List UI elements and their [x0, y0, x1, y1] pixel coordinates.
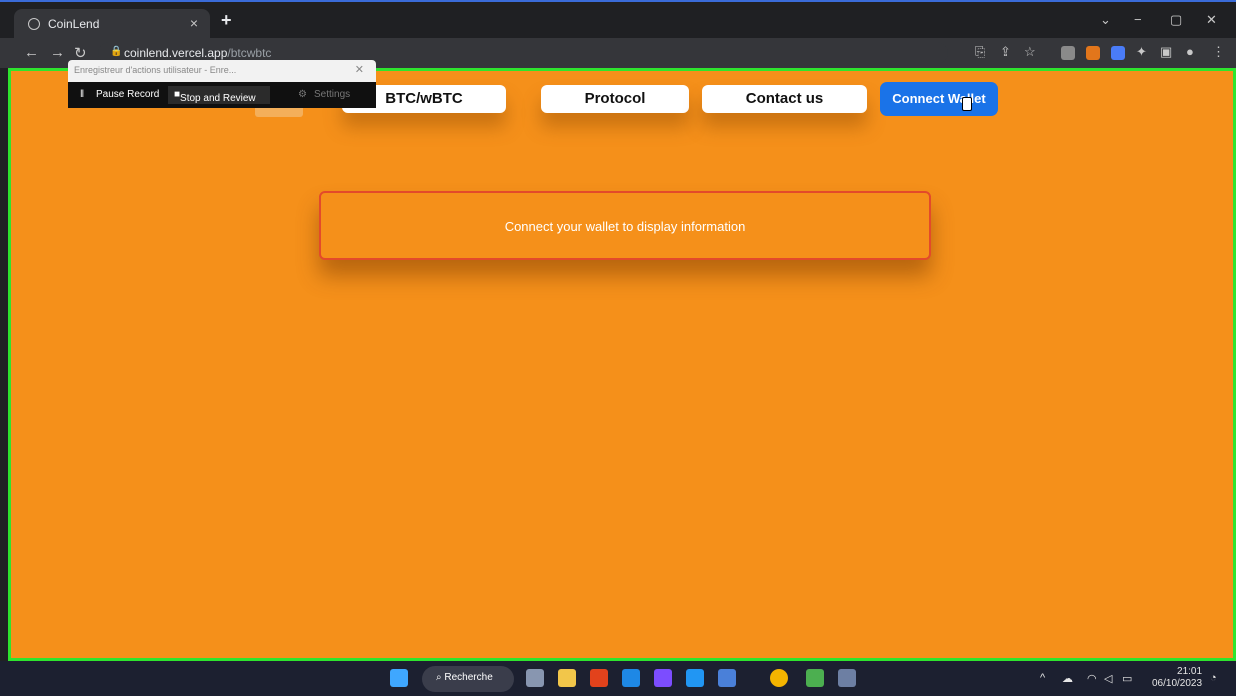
browser-tabbar: CoinLend × + ⌄ − ▢ ✕: [0, 0, 1236, 40]
menu-kebab-icon[interactable]: ⋮: [1212, 44, 1225, 60]
side-panel-icon[interactable]: ▣: [1160, 44, 1172, 60]
forward-icon[interactable]: →: [50, 44, 65, 61]
metamask-fox-icon[interactable]: [1086, 46, 1100, 60]
screen: CoinLend × + ⌄ − ▢ ✕ ← → ↻ 🔒 coinlend.ve…: [0, 0, 1236, 696]
volume-icon[interactable]: ◁: [1104, 672, 1112, 685]
recorder-overlay: Enregistreur d'actions utilisateur - Enr…: [68, 60, 376, 108]
onedrive-icon[interactable]: ☁: [1062, 672, 1073, 685]
nav-contact-button[interactable]: Contact us: [702, 85, 867, 113]
extension-blue-icon[interactable]: [1111, 46, 1125, 60]
lock-icon: 🔒: [110, 46, 123, 57]
share-icon[interactable]: ⇪: [1000, 44, 1011, 60]
url-text: coinlend.vercel.app/btcwbtc: [124, 46, 272, 60]
github-desktop-icon[interactable]: [654, 669, 672, 687]
minimize-button[interactable]: −: [1134, 12, 1142, 27]
stop-and-review-button[interactable]: ■ Stop and Review: [168, 86, 270, 104]
tab-search-icon[interactable]: ⌄: [1100, 12, 1111, 28]
recorder-close-button[interactable]: ✕: [355, 63, 364, 76]
page-viewport: BTC/wBTC Protocol Contact us Connect Wal…: [8, 68, 1236, 661]
recorder-toolbar: ‖ Pause Record ■ Stop and Review ⚙ Setti…: [68, 82, 376, 108]
info-message: Connect your wallet to display informati…: [504, 219, 746, 234]
wallet-info-box: Connect your wallet to display informati…: [319, 191, 931, 260]
windows-start-icon[interactable]: [390, 669, 408, 687]
hand-cursor-icon: [962, 97, 972, 111]
connect-wallet-button[interactable]: Connect Wallet: [880, 82, 998, 116]
close-window-button[interactable]: ✕: [1206, 12, 1217, 28]
extension-icon[interactable]: [1061, 46, 1075, 60]
notepad-icon[interactable]: [718, 669, 736, 687]
battery-icon[interactable]: ▭: [1122, 672, 1132, 685]
tab-close-button[interactable]: ×: [190, 15, 198, 31]
browser-tab[interactable]: CoinLend ×: [14, 9, 210, 40]
settings-button[interactable]: Settings: [314, 89, 350, 100]
recorder-titlebar: Enregistreur d'actions utilisateur - Enr…: [68, 60, 376, 82]
task-view-icon[interactable]: [526, 669, 544, 687]
globe-icon: [28, 18, 40, 30]
wifi-icon[interactable]: ◠: [1087, 672, 1097, 685]
back-icon[interactable]: ←: [24, 44, 39, 61]
notification-bell-icon[interactable]: ◔: [1210, 672, 1217, 684]
mail-icon[interactable]: [622, 669, 640, 687]
pause-icon: ‖: [80, 89, 85, 100]
maximize-button[interactable]: ▢: [1170, 12, 1182, 28]
new-tab-button[interactable]: +: [221, 10, 232, 31]
store-icon[interactable]: [806, 669, 824, 687]
bookmark-star-icon[interactable]: ☆: [1024, 44, 1036, 60]
profile-icon[interactable]: ●: [1186, 44, 1194, 59]
tab-title: CoinLend: [48, 17, 100, 31]
settings-gear-icon: ⚙: [298, 89, 307, 100]
recorder-title: Enregistreur d'actions utilisateur - Enr…: [74, 65, 237, 75]
file-explorer-icon[interactable]: [558, 669, 576, 687]
brave-browser-icon[interactable]: [590, 669, 608, 687]
tray-chevron-icon[interactable]: ^: [1040, 672, 1045, 684]
taskbar-search[interactable]: ⌕ Recherche: [422, 666, 514, 692]
os-taskbar: ⌕ Recherche ^ ☁ ◠ ◁ ▭ 21:01 06/10/2023 ◔: [0, 661, 1236, 696]
vscode-icon[interactable]: [686, 669, 704, 687]
pause-record-button[interactable]: Pause Record: [96, 89, 159, 100]
taskbar-clock[interactable]: 21:01 06/10/2023: [1152, 666, 1202, 690]
extensions-puzzle-icon[interactable]: ✦: [1136, 44, 1147, 60]
chrome-icon[interactable]: [770, 669, 788, 687]
translate-icon[interactable]: ⎘: [975, 44, 985, 60]
nav-protocol-button[interactable]: Protocol: [541, 85, 689, 113]
app-icon[interactable]: [838, 669, 856, 687]
